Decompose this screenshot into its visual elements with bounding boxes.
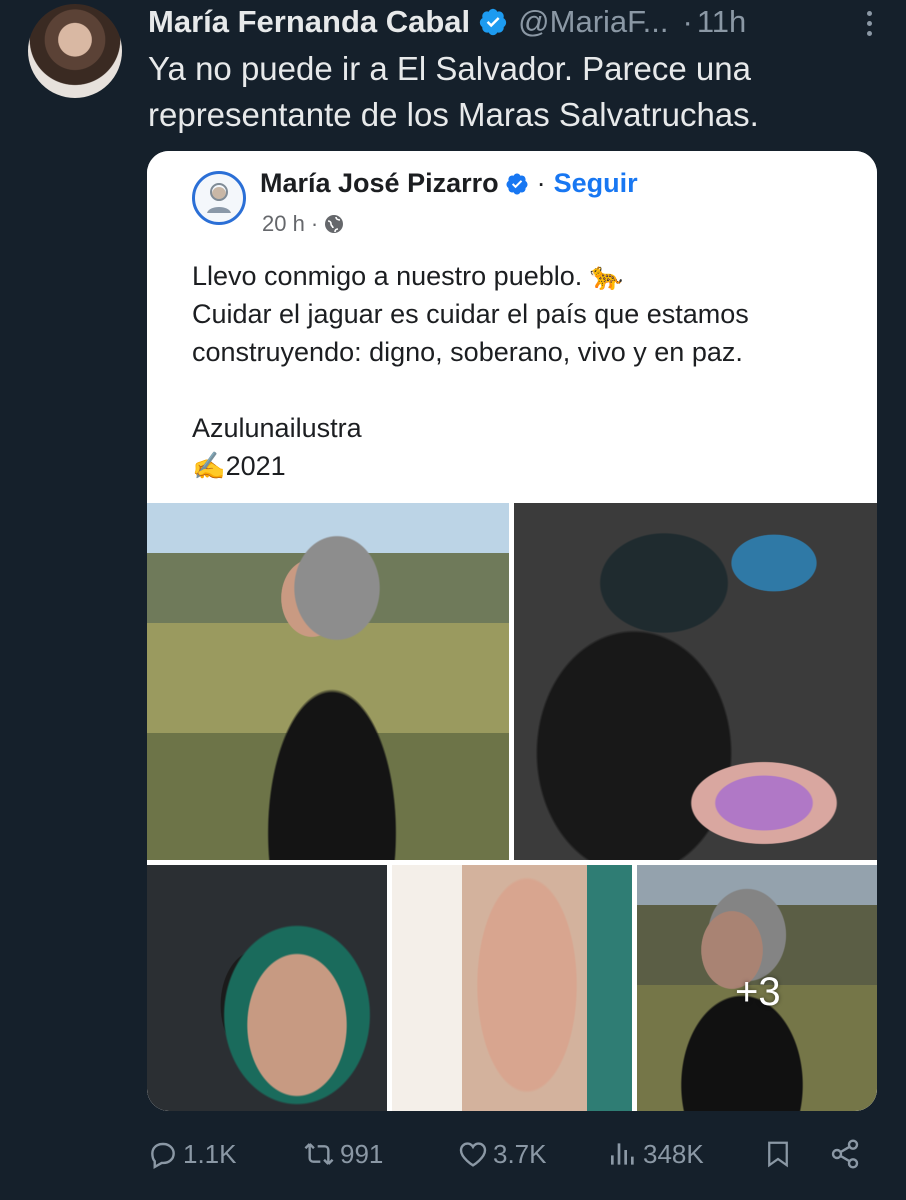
fb-author-row: María José Pizarro · Seguir	[260, 168, 638, 199]
fb-text-line: Llevo conmigo a nuestro pueblo. 🐆	[192, 261, 624, 291]
reply-button[interactable]: 1.1K	[147, 1138, 237, 1170]
author-name[interactable]: María Fernanda Cabal	[148, 4, 470, 40]
verified-badge-icon	[478, 7, 508, 37]
photo-jaguar-tattoo-arm	[392, 865, 632, 1111]
tweet-text: Ya no puede ir a El Salvador. Parece una…	[148, 46, 868, 138]
fb-verified-badge-icon	[505, 172, 529, 196]
tweet-actions: 1.1K 991 3.7K 348K	[147, 1134, 877, 1174]
views-button[interactable]: 348K	[607, 1138, 704, 1170]
views-count: 348K	[643, 1138, 704, 1169]
bookmark-button[interactable]	[763, 1138, 793, 1170]
like-icon	[457, 1138, 489, 1170]
globe-icon	[324, 214, 344, 234]
more-icon[interactable]	[862, 8, 876, 38]
photo-tattoo-artist	[514, 503, 877, 860]
retweet-button[interactable]: 991	[302, 1138, 383, 1170]
bookmark-icon	[763, 1138, 793, 1170]
tweet-text-line: Ya no puede ir a El Salvador. Parece una	[148, 50, 751, 87]
facebook-post: María José Pizarro · Seguir 20 h · Llevo…	[147, 151, 877, 503]
fb-text-line	[192, 371, 852, 409]
retweet-icon	[302, 1138, 336, 1170]
fb-follow-link: Seguir	[553, 168, 638, 198]
embedded-screenshot[interactable]: María José Pizarro · Seguir 20 h · Llevo…	[147, 151, 877, 1111]
fb-text-line: ✍️2021	[192, 451, 286, 481]
author-avatar[interactable]	[28, 4, 122, 98]
more-photos-overlay: +3	[637, 865, 877, 1111]
photo-tattoo-process	[147, 865, 387, 1111]
retweet-count: 991	[340, 1138, 384, 1169]
time-separator: ·	[682, 4, 693, 39]
tweet[interactable]: María Fernanda Cabal @MariaF... · 11h Ya…	[0, 0, 906, 1200]
fb-text-line: Cuidar el jaguar es cuidar el país que e…	[192, 299, 749, 329]
fb-separator: ·	[536, 168, 546, 198]
more-photos-count: +3	[735, 970, 781, 1014]
fb-post-time: 20 h ·	[262, 211, 319, 236]
author-handle[interactable]: @MariaF...	[518, 4, 668, 40]
photo-woman-in-field	[147, 503, 509, 860]
photo-grid: +3	[147, 503, 877, 1111]
fb-text-line: Azulunailustra	[192, 413, 362, 443]
reply-count: 1.1K	[183, 1138, 237, 1169]
tweet-header: María Fernanda Cabal @MariaF... · 11h	[148, 2, 876, 42]
fb-author-avatar	[192, 171, 246, 225]
reply-icon	[147, 1138, 179, 1170]
share-icon	[829, 1138, 861, 1170]
share-button[interactable]	[829, 1138, 861, 1170]
tweet-text-line: representante de los Maras Salvatruchas.	[148, 96, 759, 133]
fb-author-name: María José Pizarro	[260, 168, 499, 198]
like-count: 3.7K	[493, 1138, 547, 1169]
views-icon	[607, 1138, 639, 1170]
fb-post-meta: 20 h ·	[262, 211, 344, 237]
like-button[interactable]: 3.7K	[457, 1138, 547, 1170]
photo-woman-smiling: +3	[637, 865, 877, 1111]
tweet-time[interactable]: 11h	[697, 4, 746, 40]
fb-post-text: Llevo conmigo a nuestro pueblo. 🐆 Cuidar…	[192, 257, 852, 485]
fb-text-line: construyendo: digno, soberano, vivo y en…	[192, 337, 743, 367]
